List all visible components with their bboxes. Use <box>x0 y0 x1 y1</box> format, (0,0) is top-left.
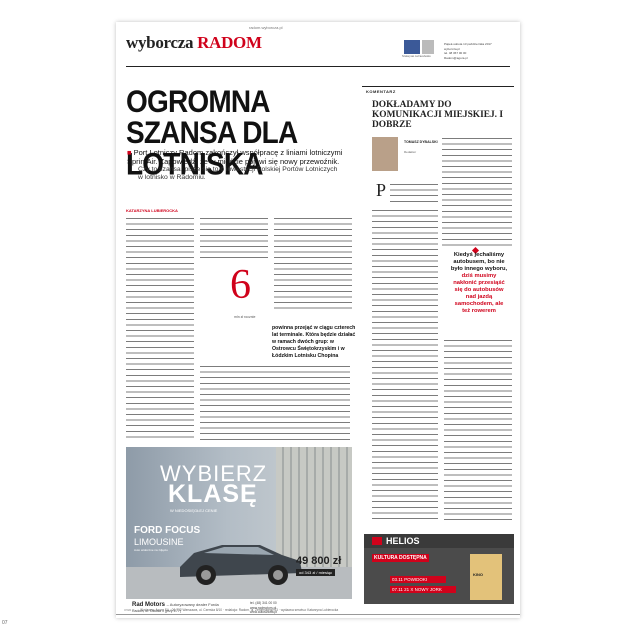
helios-tag: KULTURA DOSTĘPNA <box>372 554 429 562</box>
masthead-info: Piątek-sobota 13 października 2017 wybor… <box>444 42 514 60</box>
article-body-column <box>126 216 194 442</box>
newspaper-page: wyborcza RADOM radom.wyborcza.pl Szukaj … <box>116 22 520 618</box>
lead-text: Port Lotniczy Radom zakończył współpracę… <box>127 148 343 166</box>
info-line: Radom@agora.pl <box>444 55 468 60</box>
logo-main: wyborcza <box>126 33 194 52</box>
article-body-column <box>200 216 268 260</box>
masthead-url: radom.wyborcza.pl <box>249 25 283 30</box>
commentary-title: DOKŁADAMY DO KOMUNIKACJI MIEJSKIEJ. I DO… <box>372 100 504 130</box>
facebook-icon <box>404 40 420 54</box>
author-role: Redaktor <box>404 150 417 154</box>
article-lead-sub: Czy to szansa, pisze się to o inwestycji… <box>138 166 338 181</box>
social-label: Szukaj nas na Facebooku <box>402 55 431 58</box>
commentary-quote: Kiedyś jechaliśmy autobusem, bo nie było… <box>450 252 508 315</box>
footer-rule <box>116 614 520 615</box>
article-byline: KATARZYNA LUBIEROCKA <box>126 208 178 213</box>
commentary-body-column <box>372 208 438 520</box>
quote-part-1: Kiedyś jechaliśmy autobusem, bo nie było… <box>450 252 508 272</box>
footer-ref: OWR <box>124 608 132 612</box>
social-icon <box>422 40 434 54</box>
helios-poster <box>470 554 502 600</box>
helios-advertisement[interactable]: HELIOS KULTURA DOSTĘPNA 03.11 POWIDOKI 0… <box>364 534 514 604</box>
dealer-desc: – Autoryzowany dealer Forda <box>166 602 219 607</box>
helios-logo: HELIOS <box>386 536 420 546</box>
helios-screening-2: 07.11 21 X NOWY JORK <box>390 586 456 593</box>
fact-number: 6 <box>230 262 251 308</box>
author-name: TOMASZ DYBALSKI <box>404 140 438 144</box>
commentary-label: KOMENTARZ <box>366 89 396 94</box>
commentary-body-column <box>444 338 512 520</box>
fact-caption: mln zł rocznie <box>234 315 256 319</box>
masthead-rule <box>126 66 510 67</box>
commentary-dropcap: P <box>376 180 387 200</box>
commentary-body-column <box>390 182 438 206</box>
ad-tagline: W NIEDOSIĘGŁEJ CENIE <box>170 508 218 513</box>
page-number: 07 <box>2 620 8 626</box>
lead-bullet-icon: ■ <box>127 148 134 157</box>
ad-price: 49 800 zł <box>296 555 342 567</box>
article-body-column <box>274 216 352 312</box>
ad-headline-2: KLASĘ <box>168 480 258 508</box>
commentary-rule <box>362 86 514 87</box>
ad-fine-print: Auto widoczne na zdjęciu <box>134 548 168 552</box>
helios-screening-1: 03.11 POWIDOKI <box>390 576 446 583</box>
car-image <box>180 545 302 585</box>
helios-logo-icon <box>372 537 382 545</box>
logo-city: RADOM <box>197 33 262 52</box>
masthead-logo: wyborcza RADOM <box>126 33 262 53</box>
ad-price-badge: od 343 zł / miesiąc <box>296 569 336 576</box>
footer-text: Wydawca: Agora SA · 00-732 Warszawa, ul.… <box>140 608 339 612</box>
fact-text: powinna przejąć w ciągu czterech lat ter… <box>272 325 356 359</box>
contact-line: tel. (48) 341 00 00 <box>250 601 277 605</box>
car-advertisement[interactable]: WYBIERZ KLASĘ W NIEDOSIĘGŁEJ CENIE FORD … <box>126 447 352 615</box>
quote-part-2: dziś musimy nakłonić przesiąść się do au… <box>453 273 505 314</box>
author-photo <box>372 137 398 171</box>
helios-poster-text: KINO <box>473 572 483 577</box>
article-body-column <box>200 364 350 442</box>
commentary-body-column <box>442 136 512 246</box>
article-lead: ■ Port Lotniczy Radom zakończył współpra… <box>127 148 357 166</box>
